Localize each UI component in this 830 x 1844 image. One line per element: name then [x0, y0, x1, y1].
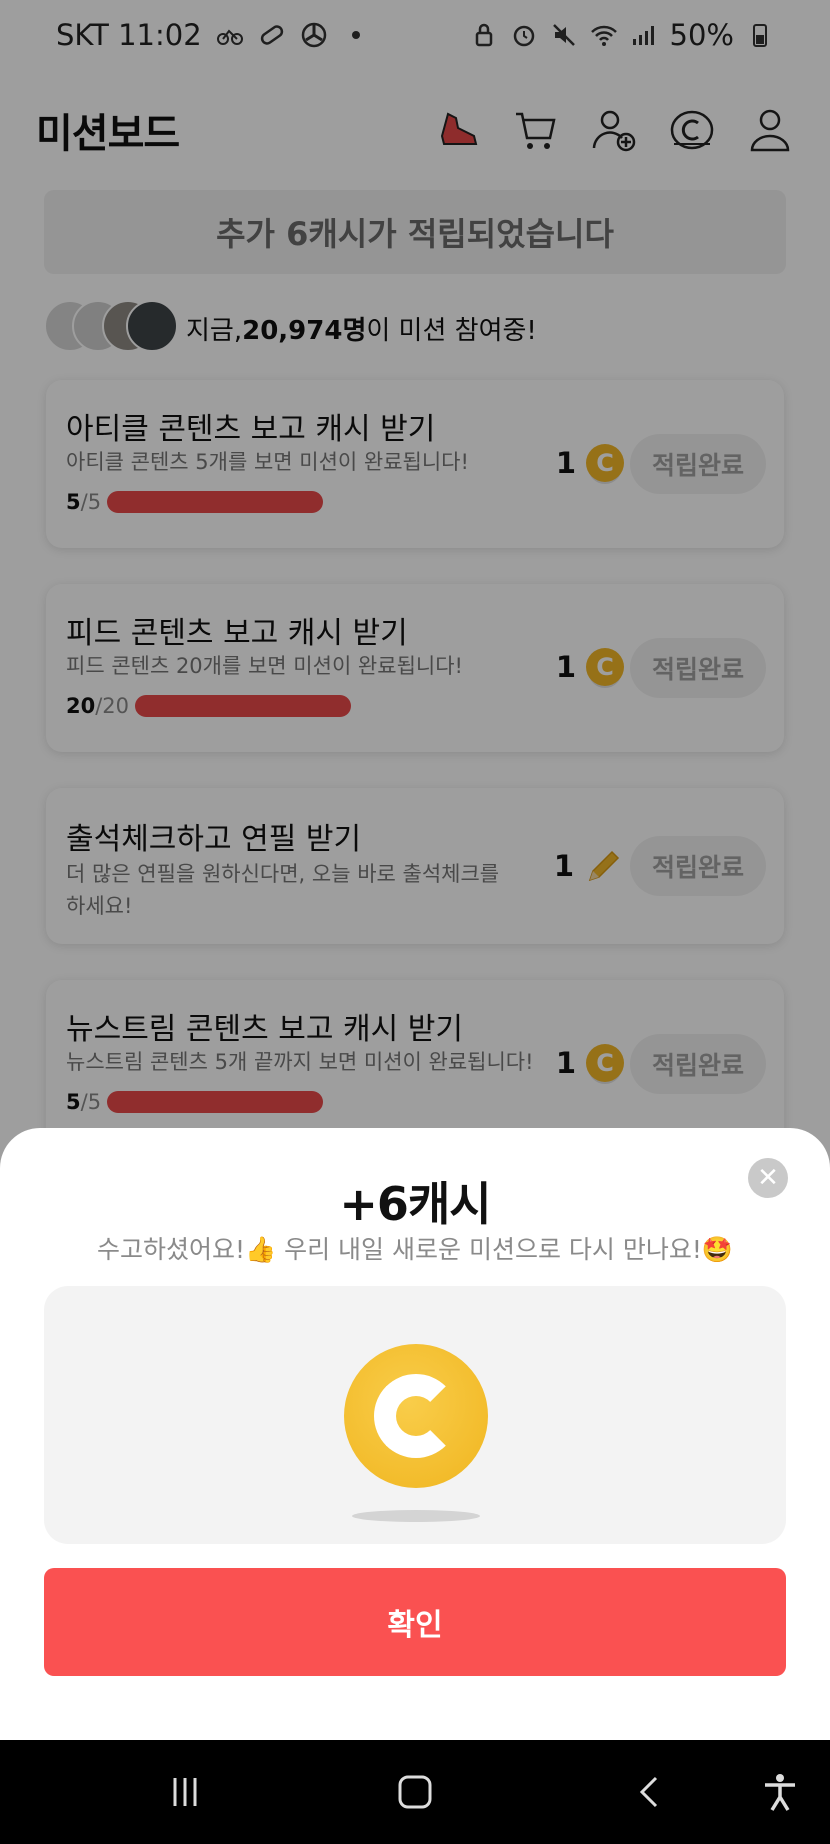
coin-icon: [344, 1344, 488, 1488]
back-icon[interactable]: [615, 1740, 685, 1844]
home-icon[interactable]: [380, 1740, 450, 1844]
coin-shadow: [352, 1510, 480, 1522]
reward-amount-title: +6캐시: [339, 1177, 491, 1231]
reward-message: 수고하셨어요!👍 우리 내일 새로운 미션으로 다시 만나요!🤩: [97, 1235, 733, 1264]
accessibility-icon[interactable]: [745, 1740, 815, 1844]
recent-apps-icon[interactable]: [150, 1740, 220, 1844]
system-nav-bar: [0, 1740, 830, 1844]
reward-bottom-sheet: ✕ +6캐시 수고하셨어요!👍 우리 내일 새로운 미션으로 다시 만나요!🤩 …: [0, 1128, 830, 1740]
reward-illustration-panel: [44, 1286, 786, 1544]
confirm-button[interactable]: 확인: [44, 1568, 786, 1676]
